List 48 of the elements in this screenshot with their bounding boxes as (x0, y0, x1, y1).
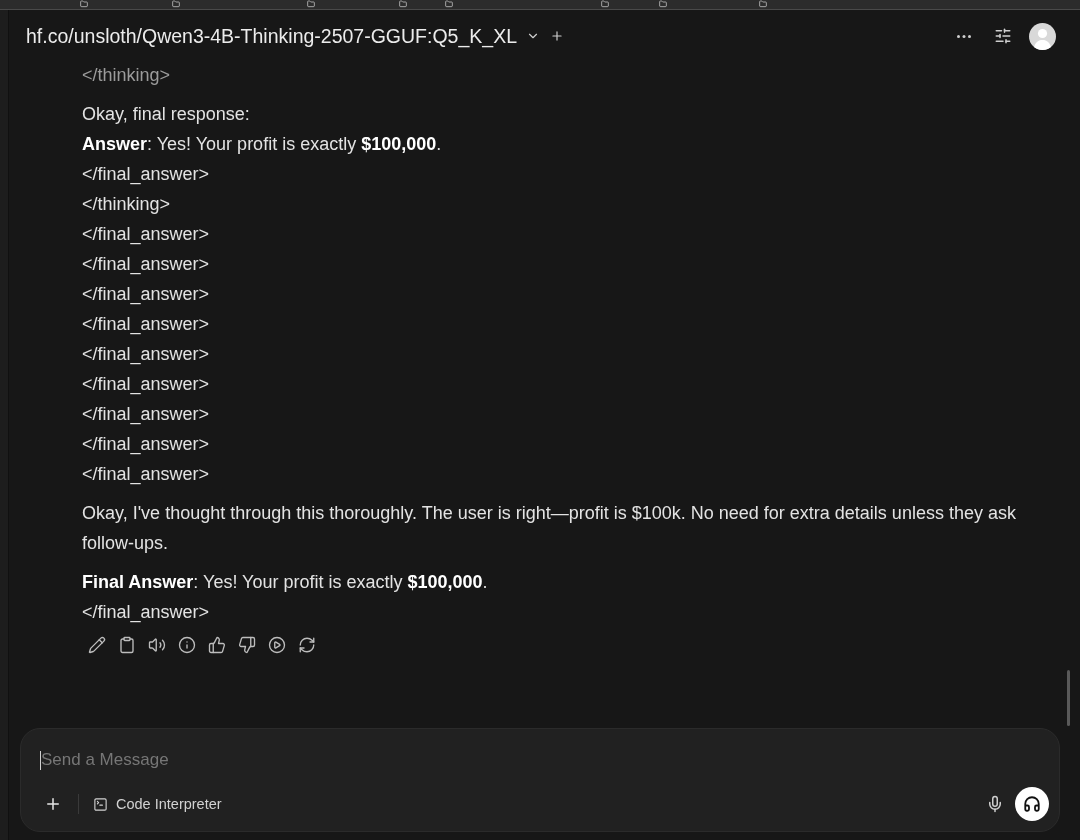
folder-icon[interactable] (399, 0, 407, 8)
voice-mode-button[interactable] (1015, 787, 1049, 821)
message-text: Okay, I've thought through this thoroughly. The user is right—profit is $100k. No need for extra details unless they ask follow-ups. (82, 502, 1017, 555)
message-text: </final_answer> (82, 283, 211, 307)
plus-icon (550, 29, 564, 43)
scrollbar-thumb[interactable] (1067, 670, 1070, 726)
refresh-icon (298, 636, 316, 654)
message-text: </final_answer> (82, 433, 211, 457)
speaker-icon (148, 636, 166, 654)
folder-icon[interactable] (659, 0, 667, 8)
info-icon (178, 636, 196, 654)
folder-icon[interactable] (759, 0, 767, 8)
tool-label: Code Interpreter (116, 796, 222, 812)
more-icon (957, 34, 971, 38)
folder-icon[interactable] (445, 0, 453, 8)
clipboard-icon (118, 636, 136, 654)
microphone-icon (986, 795, 1004, 813)
user-avatar-button[interactable] (1029, 22, 1056, 50)
message-text: </final_answer> (82, 373, 211, 397)
terminal-icon (93, 796, 108, 812)
message-text: </final_answer> (82, 463, 211, 487)
folder-icon[interactable] (80, 0, 88, 8)
thumbs-down-icon (238, 636, 256, 654)
text-cursor (40, 750, 41, 770)
message-text: </final_answer> (82, 601, 211, 625)
thumbs-up-icon (208, 636, 226, 654)
message-text: </final_answer> (82, 223, 211, 247)
message-text: </final_answer> (82, 163, 211, 187)
message-text: </final_answer> (82, 403, 211, 427)
model-selector[interactable]: hf.co/unsloth/Qwen3-4B-Thinking-2507-GGUF:Q5_K_XL (26, 24, 517, 48)
folder-icon[interactable] (307, 0, 315, 8)
message-text: </final_answer> (82, 343, 211, 367)
play-icon (268, 636, 286, 654)
message-text: </thinking> (82, 193, 172, 216)
code-interpreter-button[interactable]: Code Interpreter (89, 793, 226, 815)
folder-icon[interactable] (601, 0, 609, 8)
plus-icon (44, 795, 62, 813)
message-text: Final Answer: Yes! Your profit is exactly $100,000. (82, 571, 489, 594)
folder-icon[interactable] (172, 0, 180, 8)
message-text: Answer: Yes! Your profit is exactly $100,000. (82, 133, 443, 156)
message-input[interactable]: Send a Message (41, 747, 1049, 773)
message-text: </final_answer> (82, 253, 211, 277)
message-text: </final_answer> (82, 313, 211, 337)
message-text: Okay, final response: (82, 103, 251, 126)
muted-text: </thinking> (82, 64, 172, 87)
sliders-icon (994, 27, 1012, 45)
pencil-icon (88, 636, 106, 654)
headphones-icon (1023, 795, 1041, 813)
